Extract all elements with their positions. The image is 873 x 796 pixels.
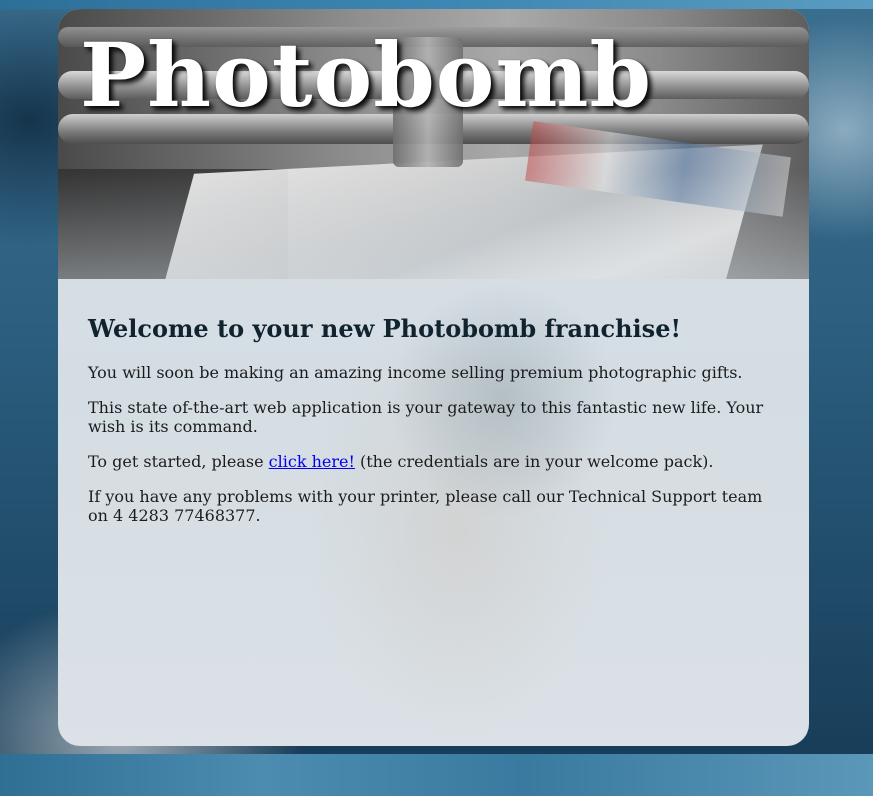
gateway-paragraph: This state of-the-art web application is… — [88, 397, 764, 436]
background-bottom-band — [0, 754, 873, 796]
background-top-edge — [0, 0, 873, 9]
page-container: Photobomb Welcome to your new Photobomb … — [58, 9, 809, 746]
welcome-heading: Welcome to your new Photobomb franchise! — [88, 314, 681, 343]
intro-paragraph: You will soon be making an amazing incom… — [88, 362, 743, 382]
site-title: Photobomb — [80, 23, 653, 127]
main-content: Welcome to your new Photobomb franchise!… — [88, 314, 778, 541]
click-here-link[interactable]: click here! — [269, 452, 355, 471]
get-started-text: To get started, please — [88, 451, 269, 471]
support-paragraph: If you have any problems with your print… — [88, 486, 763, 525]
credentials-note: (the credentials are in your welcome pac… — [354, 451, 714, 471]
get-started-paragraph: To get started, please click here! (the … — [88, 452, 778, 471]
header-banner: Photobomb — [58, 9, 809, 279]
